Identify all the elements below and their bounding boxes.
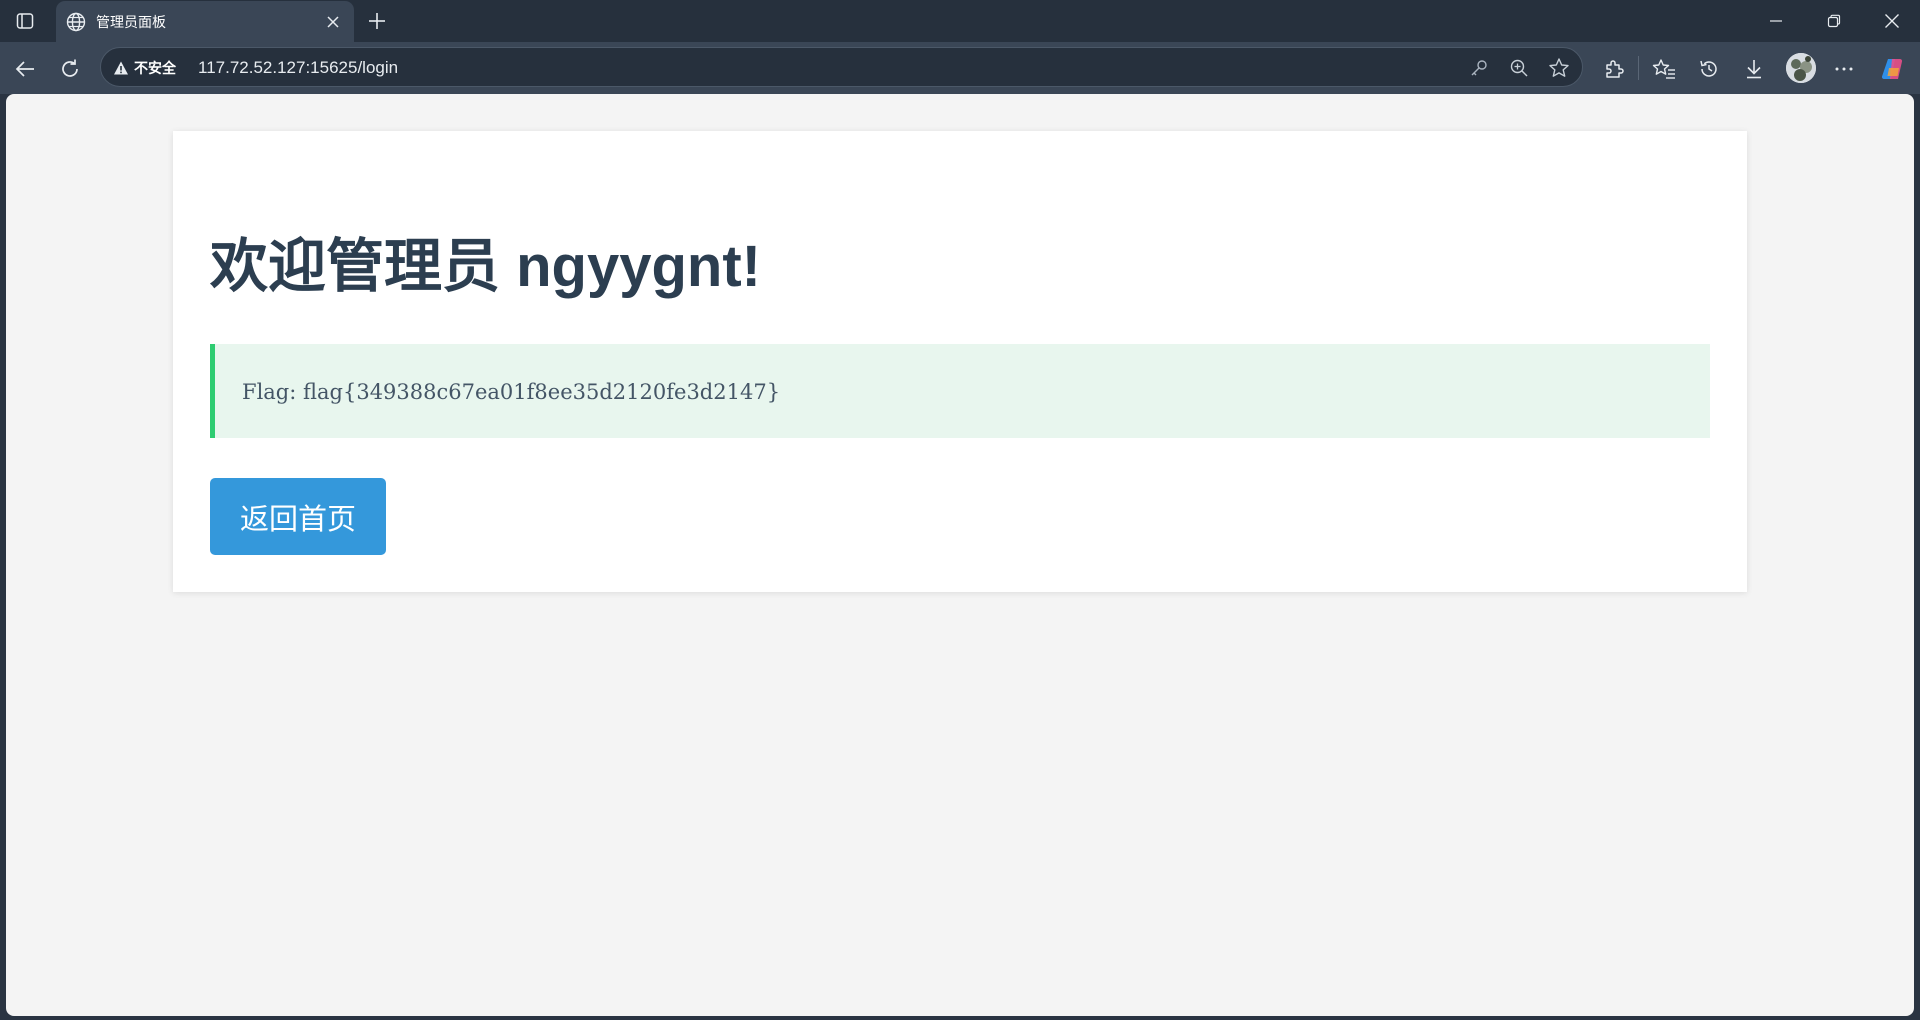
flag-text: Flag: flag{349388c67ea01f8ee35d2120fe3d2… <box>242 380 781 404</box>
extensions-button[interactable] <box>1597 52 1631 86</box>
page-title: 欢迎管理员 ngyygnt! <box>210 234 761 299</box>
address-bar[interactable]: 不安全 117.72.52.127:15625/login <box>100 47 1583 87</box>
favorite-star-button[interactable] <box>1547 56 1571 80</box>
zoom-in-icon <box>1510 59 1528 77</box>
toolbar-separator <box>1638 56 1639 80</box>
warning-icon <box>114 61 128 75</box>
profile-avatar[interactable] <box>1786 53 1816 83</box>
flag-message-box: Flag: flag{349388c67ea01f8ee35d2120fe3d2… <box>210 344 1710 438</box>
password-key-button[interactable] <box>1467 56 1491 80</box>
restore-icon <box>1827 14 1841 28</box>
security-label: 不安全 <box>134 60 176 76</box>
back-button[interactable] <box>8 52 42 86</box>
avatar-image <box>1786 53 1816 83</box>
puzzle-icon <box>1606 60 1624 78</box>
active-tab[interactable]: 管理员面板 <box>56 1 354 42</box>
refresh-button[interactable] <box>53 52 87 86</box>
close-icon <box>327 16 339 28</box>
tab-actions-menu-button[interactable] <box>10 6 40 36</box>
refresh-icon <box>62 59 78 77</box>
copilot-icon <box>1881 58 1903 80</box>
star-icon <box>1549 58 1569 77</box>
new-tab-button[interactable] <box>362 6 392 36</box>
tab-close-button[interactable] <box>322 11 344 33</box>
restore-window-button[interactable] <box>1805 0 1863 42</box>
download-icon <box>1747 60 1761 79</box>
copilot-button[interactable] <box>1876 52 1910 86</box>
globe-icon <box>66 12 86 32</box>
return-home-button[interactable]: 返回首页 <box>210 478 386 555</box>
settings-more-button[interactable] <box>1827 52 1861 86</box>
minimize-icon <box>1770 20 1782 22</box>
history-icon <box>1700 60 1717 77</box>
close-icon <box>1885 14 1899 28</box>
key-icon <box>1471 60 1487 76</box>
browser-toolbar: 不安全 117.72.52.127:15625/login <box>0 42 1920 94</box>
plus-icon <box>369 13 385 29</box>
history-button[interactable] <box>1692 52 1726 86</box>
tab-actions-icon <box>16 13 34 29</box>
minimize-window-button[interactable] <box>1747 0 1805 42</box>
favorites-button[interactable] <box>1647 52 1681 86</box>
tab-title: 管理员面板 <box>96 14 166 30</box>
admin-panel-card: 欢迎管理员 ngyygnt! Flag: flag{349388c67ea01f… <box>173 131 1747 592</box>
browser-title-bar: 管理员面板 <box>0 0 1920 42</box>
security-indicator[interactable]: 不安全 <box>113 57 176 79</box>
zoom-button[interactable] <box>1507 56 1531 80</box>
url-text[interactable]: 117.72.52.127:15625/login <box>198 58 398 78</box>
close-window-button[interactable] <box>1863 0 1920 42</box>
page-viewport: 欢迎管理员 ngyygnt! Flag: flag{349388c67ea01f… <box>6 94 1914 1016</box>
back-arrow-icon <box>15 61 34 77</box>
more-dots-icon <box>1835 67 1853 71</box>
favorites-list-icon <box>1652 59 1675 79</box>
downloads-button[interactable] <box>1737 52 1771 86</box>
